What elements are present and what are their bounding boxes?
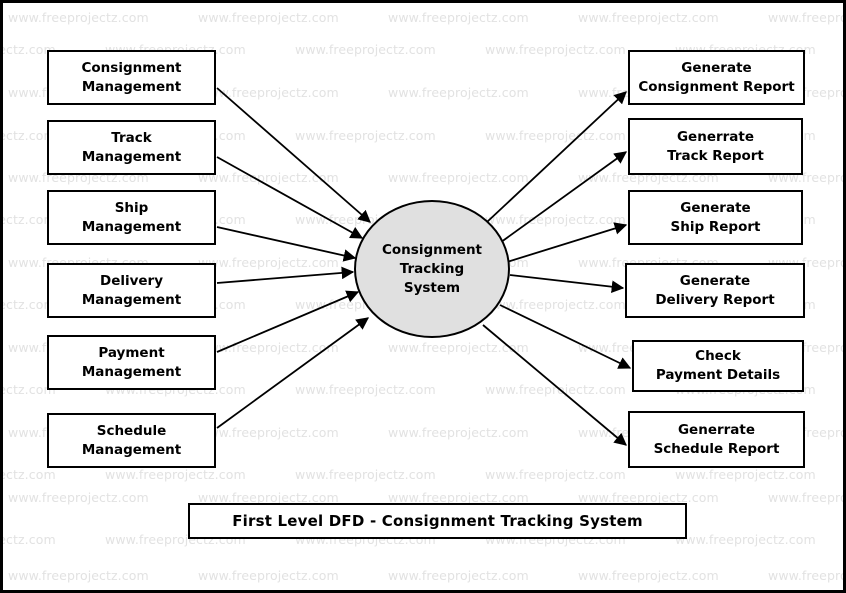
flow-consignment-management-to-process xyxy=(216,87,371,223)
watermark-text: www.freeprojectz.com xyxy=(388,568,529,583)
entity-label: Generate Ship Report xyxy=(670,199,761,235)
entity-track-management[interactable]: Track Management xyxy=(47,120,216,175)
watermark-text: www.freeprojectz.com xyxy=(198,10,339,25)
watermark-text: www.freeprojectz.com xyxy=(485,467,626,482)
watermark-text: www.freeprojectz.com xyxy=(675,467,816,482)
watermark-text: www.freeprojectz.com xyxy=(198,568,339,583)
watermark-text: www.freeprojectz.com xyxy=(578,568,719,583)
watermark-text: www.freeprojectz.com xyxy=(295,467,436,482)
watermark-text: www.freeprojectz.com xyxy=(8,10,149,25)
watermark-text: www.freeprojectz.com xyxy=(198,340,339,355)
watermark-text: www.freeprojectz.com xyxy=(388,340,529,355)
entity-label: Generate Delivery Report xyxy=(655,272,775,308)
watermark-text: www.freeprojectz.com xyxy=(198,425,339,440)
flow-process-to-generrate-track-report xyxy=(496,151,628,246)
flow-delivery-management-to-process xyxy=(216,266,355,284)
process-label: Consignment Tracking System xyxy=(381,241,483,296)
watermark-text: www.freeprojectz.com xyxy=(198,170,339,185)
diagram-canvas: www.freeprojectz.com www.freeprojectz.com… xyxy=(0,0,846,593)
watermark-text: www.freeprojectz.com xyxy=(8,490,149,505)
watermark-text: www.freeprojectz.com xyxy=(768,568,846,583)
entity-label: Check Payment Details xyxy=(655,348,781,383)
watermark-text: www.freeprojectz.com xyxy=(0,532,56,547)
entity-ship-management[interactable]: Ship Management xyxy=(47,190,216,245)
diagram-title: First Level DFD - Consignment Tracking S… xyxy=(232,512,643,530)
flow-schedule-management-to-process xyxy=(216,317,370,429)
entity-label: Generate Consignment Report xyxy=(638,59,795,95)
watermark-text: www.freeprojectz.com xyxy=(485,42,626,57)
watermark-text: www.freeprojectz.com xyxy=(675,532,816,547)
watermark-text: www.freeprojectz.com xyxy=(198,85,339,100)
entity-consignment-management[interactable]: Consignment Management xyxy=(47,50,216,105)
flow-payment-management-to-process xyxy=(216,290,360,353)
watermark-text: www.freeprojectz.com xyxy=(105,467,246,482)
watermark-text: www.freeprojectz.com xyxy=(485,382,626,397)
flow-process-to-generate-delivery-report xyxy=(509,274,625,293)
flow-ship-management-to-process xyxy=(216,226,357,262)
watermark-text: www.freeprojectz.com xyxy=(295,128,436,143)
watermark-text: www.freeprojectz.com xyxy=(388,170,529,185)
watermark-text: www.freeprojectz.com xyxy=(198,255,339,270)
watermark-text: www.freeprojectz.com xyxy=(768,10,846,25)
watermark-text: www.freeprojectz.com xyxy=(388,85,529,100)
entity-label: Schedule Management xyxy=(81,422,182,458)
entity-label: Ship Management xyxy=(81,199,182,235)
entity-payment-management[interactable]: Payment Management xyxy=(47,335,216,390)
entity-generrate-schedule-report[interactable]: Generrate Schedule Report xyxy=(628,411,805,468)
entity-check-payment-details[interactable]: Check Payment Details xyxy=(632,340,804,392)
watermark-text: www.freeprojectz.com xyxy=(8,568,149,583)
entity-schedule-management[interactable]: Schedule Management xyxy=(47,413,216,468)
flow-process-to-generrate-schedule-report xyxy=(482,324,627,446)
watermark-text: www.freeprojectz.com xyxy=(578,10,719,25)
entity-generate-consignment-report[interactable]: Generate Consignment Report xyxy=(628,50,805,105)
entity-label: Track Management xyxy=(81,129,182,165)
watermark-text: www.freeprojectz.com xyxy=(485,212,626,227)
watermark-text: www.freeprojectz.com xyxy=(295,42,436,57)
entity-label: Consignment Management xyxy=(81,59,182,95)
diagram-title-box: First Level DFD - Consignment Tracking S… xyxy=(188,503,687,539)
entity-label: Generrate Schedule Report xyxy=(653,421,780,457)
watermark-text: www.freeprojectz.com xyxy=(295,382,436,397)
entity-generate-ship-report[interactable]: Generate Ship Report xyxy=(628,190,803,245)
watermark-text: www.freeprojectz.com xyxy=(388,10,529,25)
watermark-text: www.freeprojectz.com xyxy=(0,467,56,482)
entity-generrate-track-report[interactable]: Generrate Track Report xyxy=(628,118,803,175)
entity-label: Delivery Management xyxy=(81,272,182,308)
flow-process-to-generate-ship-report xyxy=(506,222,628,263)
watermark-text: www.freeprojectz.com xyxy=(768,490,846,505)
entity-label: Payment Management xyxy=(81,344,182,380)
watermark-text: www.freeprojectz.com xyxy=(485,297,626,312)
entity-delivery-management[interactable]: Delivery Management xyxy=(47,263,216,318)
watermark-text: www.freeprojectz.com xyxy=(388,425,529,440)
flow-track-management-to-process xyxy=(216,156,364,239)
watermark-text: www.freeprojectz.com xyxy=(485,128,626,143)
entity-generate-delivery-report[interactable]: Generate Delivery Report xyxy=(625,263,805,318)
flow-process-to-check-payment-details xyxy=(499,304,632,369)
process-consignment-tracking-system[interactable]: Consignment Tracking System xyxy=(354,200,510,338)
flow-process-to-generate-consignment-report xyxy=(486,91,627,223)
entity-label: Generrate Track Report xyxy=(667,128,764,164)
